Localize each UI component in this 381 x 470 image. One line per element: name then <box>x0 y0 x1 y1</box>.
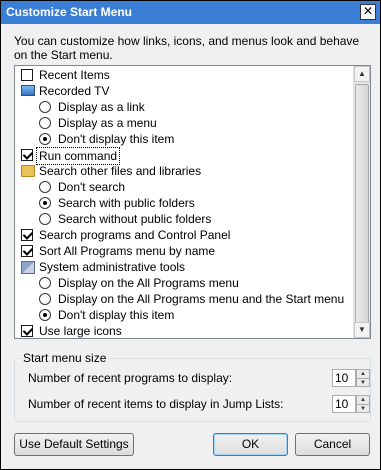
scroll-up-button[interactable]: ▲ <box>354 66 370 82</box>
jump-list-label: Number of recent items to display in Jum… <box>28 397 284 411</box>
spin-down-icon[interactable]: ▼ <box>357 378 369 386</box>
radio-button[interactable] <box>39 181 51 193</box>
checkbox[interactable] <box>21 245 33 257</box>
recent-programs-input[interactable] <box>332 369 356 387</box>
checkbox[interactable] <box>21 229 33 241</box>
option-label: Don't search <box>58 180 125 194</box>
radio-button[interactable] <box>39 133 51 145</box>
radio-option[interactable]: Don't display this item <box>15 131 353 147</box>
checkbox[interactable] <box>21 69 33 81</box>
option-label: System administrative tools <box>39 260 186 274</box>
radio-button[interactable] <box>39 293 51 305</box>
close-button[interactable]: ✕ <box>360 4 376 20</box>
radio-option[interactable]: Display as a link <box>15 99 353 115</box>
option-label: Display as a link <box>58 100 145 114</box>
options-list-items: Recent Items Recorded TV Display as a link… <box>15 67 353 338</box>
option-group-header: Search other files and libraries <box>15 163 353 179</box>
jump-list-input[interactable] <box>332 395 356 413</box>
recent-programs-spinner[interactable]: ▲ ▼ <box>356 369 370 387</box>
radio-button[interactable] <box>39 213 51 225</box>
use-default-settings-button[interactable]: Use Default Settings <box>14 433 134 456</box>
scroll-down-button[interactable]: ▼ <box>354 322 370 338</box>
spin-down-icon[interactable]: ▼ <box>357 404 369 412</box>
scroll-thumb[interactable] <box>355 84 369 324</box>
title-bar[interactable]: Customize Start Menu ✕ <box>1 1 380 24</box>
option-label: Search without public folders <box>58 212 212 226</box>
radio-button[interactable] <box>39 101 51 113</box>
option-label: Search programs and Control Panel <box>39 228 231 242</box>
radio-button[interactable] <box>39 197 51 209</box>
checkbox[interactable] <box>21 325 33 337</box>
option-label: Search other files and libraries <box>39 164 202 178</box>
checkbox-option[interactable]: Sort All Programs menu by name <box>15 243 353 259</box>
start-menu-size-legend: Start menu size <box>21 351 109 365</box>
admin-tools-icon <box>21 261 35 274</box>
radio-option[interactable]: Search without public folders <box>15 211 353 227</box>
option-label: Recorded TV <box>39 84 110 98</box>
checkbox[interactable] <box>21 149 33 161</box>
spin-up-icon[interactable]: ▲ <box>357 370 369 378</box>
recent-programs-label: Number of recent programs to display: <box>28 371 233 385</box>
checkbox-option[interactable]: Search programs and Control Panel <box>15 227 353 243</box>
option-label: Don't display this item <box>58 308 175 322</box>
vertical-scrollbar[interactable]: ▲ ▼ <box>353 66 370 338</box>
checkbox-option[interactable]: Recent Items <box>15 67 353 83</box>
radio-button[interactable] <box>39 277 51 289</box>
jump-list-row: Number of recent items to display in Jum… <box>28 395 370 413</box>
radio-option[interactable]: Display as a menu <box>15 115 353 131</box>
option-label: Display on the All Programs menu and the… <box>58 292 345 306</box>
cancel-button[interactable]: Cancel <box>295 433 370 456</box>
start-menu-size-group: Start menu size Number of recent program… <box>14 351 371 422</box>
spin-up-icon[interactable]: ▲ <box>357 396 369 404</box>
options-list[interactable]: Recent Items Recorded TV Display as a link… <box>14 65 371 339</box>
radio-option[interactable]: Search with public folders <box>15 195 353 211</box>
option-label: Search with public folders <box>58 196 195 210</box>
option-label: Recent Items <box>39 68 110 82</box>
customize-start-menu-dialog: Customize Start Menu ✕ You can customize… <box>0 0 381 470</box>
radio-option[interactable]: Don't search <box>15 179 353 195</box>
checkbox-option[interactable]: Run command <box>15 147 353 165</box>
radio-button[interactable] <box>39 117 51 129</box>
tv-icon <box>21 85 35 96</box>
option-label: Don't display this item <box>58 132 175 146</box>
radio-option[interactable]: Display on the All Programs menu and the… <box>15 291 353 307</box>
checkbox-option[interactable]: Use large icons <box>15 323 353 338</box>
ok-button[interactable]: OK <box>213 433 288 456</box>
option-label: Use large icons <box>39 324 122 338</box>
radio-button[interactable] <box>39 309 51 321</box>
folder-icon <box>21 165 35 177</box>
option-group-header: System administrative tools <box>15 259 353 275</box>
window-title: Customize Start Menu <box>6 5 133 19</box>
option-group-header: Recorded TV <box>15 83 353 99</box>
option-label: Display on the All Programs menu <box>58 276 239 290</box>
intro-text: You can customize how links, icons, and … <box>14 34 360 62</box>
option-label: Display as a menu <box>58 116 157 130</box>
recent-programs-row: Number of recent programs to display: ▲ … <box>28 369 370 387</box>
radio-option[interactable]: Don't display this item <box>15 307 353 323</box>
jump-list-spinner[interactable]: ▲ ▼ <box>356 395 370 413</box>
option-label: Sort All Programs menu by name <box>39 244 216 258</box>
radio-option[interactable]: Display on the All Programs menu <box>15 275 353 291</box>
